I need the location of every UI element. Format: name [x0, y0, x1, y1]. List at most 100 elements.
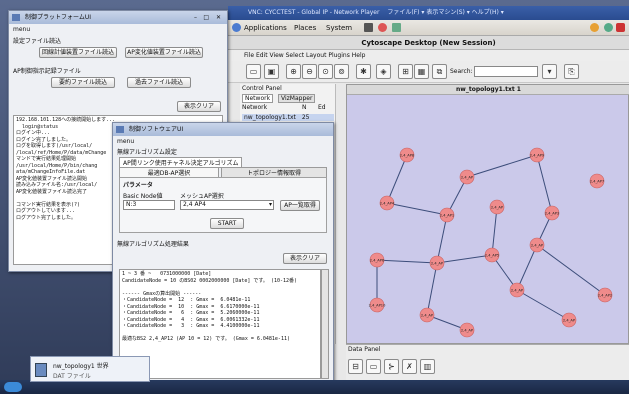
graph-node[interactable]: 2,4_AP2	[597, 287, 613, 303]
record-section-label: AP制御指示記録ファイル	[13, 68, 81, 75]
graph-node[interactable]: 2,4_AP	[459, 169, 475, 185]
zoom-selected-icon[interactable]: ⊚	[334, 64, 349, 79]
system-menu[interactable]: System	[326, 20, 352, 36]
graph-node-label: 2,4_AP8	[400, 153, 415, 157]
graph-node[interactable]: 2,4_AP10	[369, 297, 386, 313]
load-ap-button[interactable]: AP変化値装置ファイル読込	[125, 47, 203, 58]
attribute-select-icon[interactable]: ⊟	[348, 359, 363, 374]
graph-edge[interactable]	[466, 154, 538, 178]
cytoscape-menubar[interactable]: File Edit View Select Layout Plugins Hel…	[228, 50, 629, 61]
zoom-fit-icon[interactable]: ⊙	[318, 64, 333, 79]
graph-edge[interactable]	[426, 262, 438, 316]
control-menu[interactable]: menu	[117, 138, 134, 145]
table-icon[interactable]: ▦	[414, 64, 429, 79]
delete-attr-icon[interactable]: ✗	[402, 359, 417, 374]
mesh-ap-select[interactable]: 2,4 AP4 ▾	[180, 200, 274, 210]
function-icon[interactable]: ▥	[420, 359, 435, 374]
graph-node[interactable]: 2,4_AP9	[529, 147, 545, 163]
vizmapper-icon[interactable]: ◈	[376, 64, 391, 79]
tab-vizmapper[interactable]: VizMapper	[278, 94, 316, 103]
graph-node[interactable]: 2,4_AP	[489, 199, 505, 215]
new-attr-icon[interactable]: ⊱	[384, 359, 399, 374]
graph-node[interactable]: 2,4_AP	[561, 312, 577, 328]
ap-list-button[interactable]: AP一覧取得	[280, 200, 320, 211]
platform-menu[interactable]: menu	[13, 26, 30, 33]
taskbar-file-item[interactable]: nw_topology1 世界 DAT ファイル	[30, 356, 150, 382]
control-software-title: 制御ソフトウェアUI	[129, 126, 184, 133]
graph-node[interactable]: 2,4_AP7	[589, 173, 605, 189]
maximize-icon[interactable]: □	[203, 11, 209, 24]
graph-edge[interactable]	[436, 254, 493, 264]
graph-node[interactable]: 2,4_AP	[509, 282, 525, 298]
graph-node[interactable]: 2,4_AP5	[484, 247, 500, 263]
graph-edge[interactable]	[436, 214, 448, 264]
terminal-icon[interactable]	[364, 23, 373, 32]
graph-node[interactable]: 2,4_AP	[529, 237, 545, 253]
search-dropdown-icon[interactable]: ▾	[542, 64, 557, 79]
graph-node[interactable]: 2,4_AP8	[399, 147, 415, 163]
table-view-icon[interactable]: ▭	[366, 359, 381, 374]
config-section-label: 設定ファイル読込	[13, 38, 62, 45]
power-icon[interactable]	[616, 23, 625, 32]
browser-icon[interactable]	[378, 23, 387, 32]
new-network-icon[interactable]: ⊞	[398, 64, 413, 79]
applications-menu[interactable]: Applications	[244, 20, 287, 36]
load-past-button[interactable]: 過去ファイル読込	[127, 77, 191, 88]
zoom-in-icon[interactable]: ⊕	[286, 64, 301, 79]
graph-node[interactable]: 2,4_AP	[419, 307, 435, 323]
basic-node-input[interactable]: N:3	[123, 200, 175, 210]
result-clear-button[interactable]: 表示クリア	[283, 253, 327, 264]
graph-node[interactable]: 2,4_AP4	[379, 195, 395, 211]
update-icon[interactable]	[590, 23, 599, 32]
graph-edge[interactable]	[536, 154, 553, 214]
taskbar-item-name: nw_topology1 世界	[53, 363, 109, 370]
network-row[interactable]: nw_topology1.txt 25	[242, 114, 334, 121]
export-icon[interactable]: ⎘	[564, 64, 579, 79]
graph-node[interactable]: 2,4_AP	[429, 255, 445, 271]
basic-node-label: Basic Node値	[123, 193, 163, 200]
graph-node-label: 2,4_AP	[431, 261, 444, 265]
graph-edge[interactable]	[516, 289, 570, 321]
graph-node[interactable]: 2,4_AP1	[439, 207, 455, 223]
foot-icon	[232, 23, 241, 32]
graph-edge[interactable]	[376, 259, 438, 264]
places-menu[interactable]: Places	[294, 20, 316, 36]
filter-icon[interactable]: ⧉	[432, 64, 447, 79]
graph-edge[interactable]	[536, 244, 606, 296]
open-icon[interactable]: ▭	[246, 64, 261, 79]
data-panel-title: Data Panel	[348, 346, 381, 353]
search-input[interactable]	[474, 66, 538, 77]
network-icon[interactable]	[604, 23, 613, 32]
start-button[interactable]: START	[210, 218, 244, 229]
result-scrollbar[interactable]	[321, 269, 329, 379]
platform-ui-title: 制御プラットフォームUI	[25, 14, 91, 21]
vnc-menu-text[interactable]: ファイル(F) ▾ 表示マシン(S) ▾ ヘルプ(H) ▾	[387, 9, 503, 16]
graph-node[interactable]: 2,4_AP3	[544, 205, 560, 221]
graph-node-label: 2,4_AP6	[370, 258, 385, 262]
load-summary-button[interactable]: 要約ファイル読込	[51, 77, 115, 88]
graph-node-label: 2,4_AP	[531, 243, 544, 247]
result-heading: 無線アルゴリズム処理結果	[117, 241, 189, 248]
graph-node[interactable]: 2,4_AP	[459, 322, 475, 338]
minimize-icon[interactable]: –	[194, 11, 197, 24]
algorithm-section-label: 無線アルゴリズム設定	[117, 149, 177, 156]
layout-icon[interactable]: ✱	[356, 64, 371, 79]
graph-node-label: 2,4_AP1	[440, 213, 454, 217]
editor-icon[interactable]	[392, 23, 401, 32]
save-icon[interactable]: ▣	[264, 64, 279, 79]
tab-network[interactable]: Network	[242, 94, 274, 103]
graph-edge[interactable]	[516, 244, 538, 291]
clear-display-button[interactable]: 表示クリア	[177, 101, 221, 112]
start-icon[interactable]	[4, 382, 22, 392]
graph-edge[interactable]	[386, 154, 408, 204]
zoom-out-icon[interactable]: ⊖	[302, 64, 317, 79]
network-view[interactable]: nw_topology1.txt 1 2,4_AP8 2,4_AP 2,4_AP9 2…	[346, 84, 629, 344]
graph-edge[interactable]	[386, 202, 448, 216]
network-view-title: nw_topology1.txt 1	[347, 85, 629, 95]
graph-node[interactable]: 2,4_AP6	[369, 252, 385, 268]
cytoscape-title: Cytoscape Desktop (New Session)	[228, 36, 629, 50]
load-topology-button[interactable]: 回線計値装置ファイル読込	[39, 47, 117, 58]
graph-node-label: 2,4_AP10	[369, 303, 386, 307]
network-graph[interactable]: 2,4_AP8 2,4_AP 2,4_AP9 2,4_AP7 2,4_AP4 2,4_AP…	[347, 95, 629, 345]
close-icon[interactable]: ✕	[216, 11, 221, 24]
